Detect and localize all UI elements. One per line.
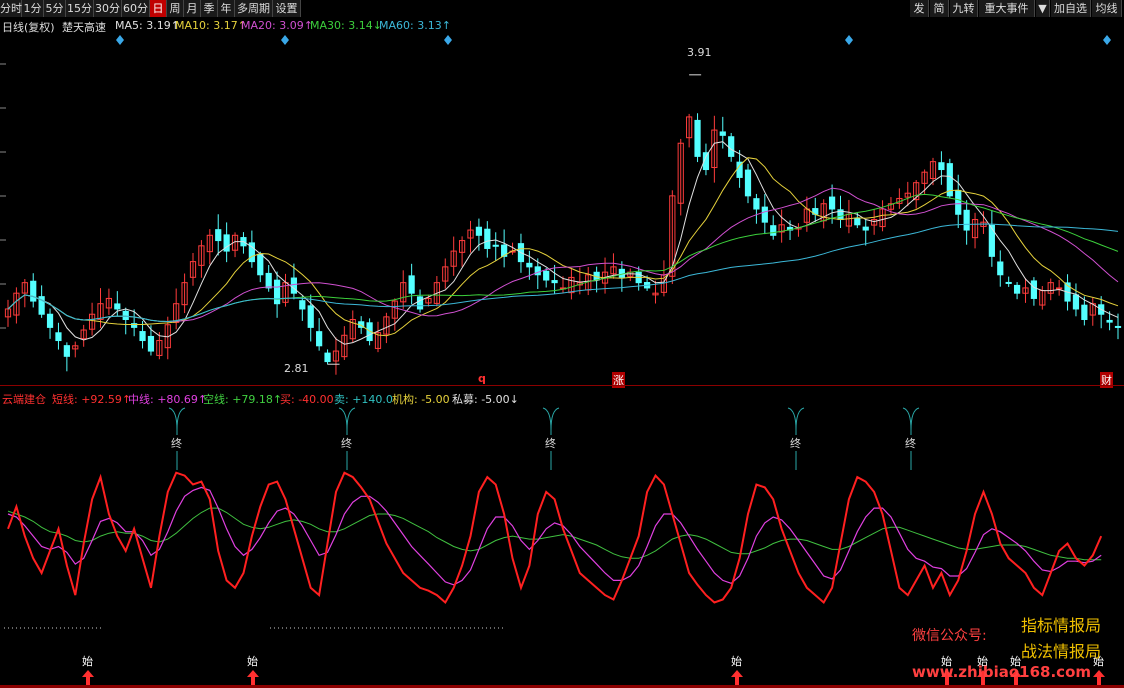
private-fund-legend: 私募: -5.00↓ [452, 393, 519, 406]
start-signal-label: 始 [82, 655, 93, 668]
candle-body [316, 331, 323, 347]
candle-body [770, 225, 777, 236]
candle-body [988, 224, 995, 257]
candle-body [139, 331, 146, 342]
watermark-line1: 指标情报局 [1021, 616, 1102, 635]
candle-body [484, 228, 491, 249]
buy-arrow-icon [82, 670, 94, 685]
candle-body [694, 119, 701, 157]
candle-body [1072, 294, 1080, 310]
chart-title: 日线(复权) [2, 21, 55, 34]
candle-body [719, 131, 726, 136]
candle-body [862, 226, 869, 231]
candle-body [761, 206, 768, 223]
candle-body [215, 229, 222, 242]
candle-body [324, 352, 331, 363]
candle-body [114, 303, 121, 310]
watermark-site: www.zhibiao168.com [912, 663, 1092, 681]
ma30-legend: MA30: 3.14↓ [310, 19, 382, 32]
candle-body [475, 226, 483, 236]
start-signal-label: 始 [731, 655, 742, 668]
candle-body [1005, 281, 1012, 284]
candle-body [526, 262, 533, 268]
ma5-legend: MA5: 3.19↑ [115, 19, 180, 32]
candle-body [955, 189, 962, 215]
event-diamond-icon [116, 35, 124, 45]
candlestick-series [4, 113, 1122, 375]
indicator-lines [4, 471, 1103, 629]
ma20-line [7, 187, 1119, 323]
sell-legend: 卖: +140.0 [334, 393, 393, 406]
mid-line-legend: 中线: +80.69↑ [128, 393, 208, 406]
ma60-legend: MA60: 3.13↑ [379, 19, 451, 32]
candle-body [492, 244, 499, 247]
end-signal-label: 终 [790, 435, 801, 451]
candle-body [1114, 325, 1122, 328]
candle-body [1030, 280, 1038, 299]
watermark-wechat: 微信公众号: [912, 628, 987, 644]
candle-body [147, 335, 155, 352]
event-diamond-icon [1103, 35, 1111, 45]
candle-body [534, 266, 541, 276]
candle-body [1106, 319, 1113, 323]
kline-chart[interactable] [0, 0, 1124, 688]
candle-body [416, 296, 424, 310]
candle-body [408, 275, 415, 294]
candle-body [257, 253, 264, 276]
candle-body [122, 310, 129, 320]
stock-name: 楚天高速 [62, 21, 106, 34]
candle-body [55, 332, 62, 342]
candle-body [753, 198, 760, 210]
buy-arrow-icon [1093, 670, 1105, 685]
low-price-label: 2.81 [284, 362, 309, 375]
end-signal-label: 终 [905, 435, 916, 451]
candle-body [997, 261, 1004, 276]
candle-body [828, 196, 836, 210]
candle-body [265, 272, 272, 289]
marker-q[interactable]: q [478, 372, 486, 385]
institution-legend: 机构: -5.00 [392, 393, 450, 406]
candle-body [728, 136, 735, 157]
candle-body [30, 280, 37, 302]
candle-body [273, 279, 281, 305]
candle-body [290, 277, 298, 294]
end-signal-lines [168, 407, 920, 470]
buy-arrow-icon [247, 670, 259, 685]
buy-arrow-icon [731, 670, 743, 685]
ma10-legend: MA10: 3.17↑ [175, 19, 247, 32]
candle-body [938, 162, 945, 171]
candle-body [1013, 284, 1021, 294]
short-line-legend: 短线: +92.59↑ [52, 393, 132, 406]
candle-body [551, 280, 558, 284]
event-diamond-icon [845, 35, 853, 45]
candle-body [744, 169, 752, 197]
end-signal-label: 终 [171, 435, 182, 451]
watermark-line2: 战法情报局 [1021, 642, 1102, 661]
chart-grid [0, 63, 6, 329]
empty-line [7, 507, 1102, 561]
panel-divider [0, 385, 1124, 386]
event-diamond-icon [281, 35, 289, 45]
ma30-line [7, 193, 1119, 323]
empty-line-legend: 空线: +79.18↑ [203, 393, 283, 406]
candle-body [543, 270, 550, 281]
ma60-line [7, 223, 1119, 323]
candle-body [46, 313, 54, 328]
event-markers [116, 35, 1111, 365]
buy-legend: 买: -40.00 [280, 393, 334, 406]
high-price-label: 3.91 [687, 46, 712, 59]
short-line [7, 471, 1103, 605]
indicator-name: 云端建仓 [2, 393, 46, 406]
candle-body [307, 305, 314, 328]
candle-body [963, 209, 970, 231]
ma20-legend: MA20: 3.09↑ [241, 19, 313, 32]
candle-body [1081, 304, 1088, 320]
candle-body [299, 300, 306, 310]
start-signal-label: 始 [247, 655, 258, 668]
candle-body [854, 217, 861, 226]
candle-body [63, 345, 70, 357]
end-signal-label: 终 [341, 435, 352, 451]
end-signal-label: 终 [545, 435, 556, 451]
event-diamond-icon [444, 35, 452, 45]
